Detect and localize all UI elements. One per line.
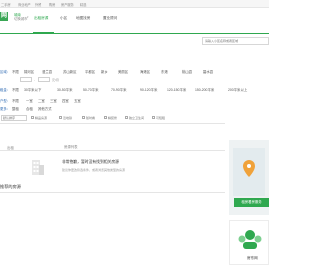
filter-row-more: 更多： 整租 合租 其他方式 (0, 103, 269, 113)
filter-option[interactable]: 120-150平米 (167, 87, 186, 92)
checkbox-label: 独立卫生间 (129, 115, 145, 120)
tab-community[interactable]: 小区 (60, 16, 67, 21)
filter-option[interactable]: 不限 (12, 87, 19, 92)
filter-label-rent: 租金： (0, 88, 11, 92)
filter-option[interactable]: 新乡 (101, 69, 108, 74)
filter-option[interactable]: 30平米以下 (24, 87, 41, 92)
filter-option[interactable]: 锦河区 (24, 69, 34, 74)
site-logo[interactable]: 网 (0, 12, 8, 21)
divider (0, 192, 225, 193)
checkbox[interactable] (59, 116, 62, 119)
filter-label-more: 更多： (0, 107, 11, 111)
topbar-link[interactable]: 房产服务 (61, 2, 74, 7)
price-min-input[interactable] (20, 77, 32, 82)
checkbox[interactable] (31, 116, 34, 119)
chevron-down-icon: ▾ (27, 15, 29, 19)
filter-option[interactable]: 美丽区 (118, 69, 128, 74)
top-utility-bar: 二手房 商业地产 外贸 购房 房产服务 精选 (0, 0, 269, 8)
checkbox-label: 精装修 (108, 115, 118, 120)
filter-option[interactable]: 东港 (161, 69, 168, 74)
filter-option[interactable]: 70-90平米 (111, 87, 126, 92)
filter-option[interactable]: 苏山新区 (63, 69, 77, 74)
ad-card-landlord-label: 房东网 (247, 256, 258, 260)
sort-select-value: 默认排序 (3, 116, 16, 120)
filter-option[interactable]: 漫兰县 (42, 69, 52, 74)
checkbox[interactable] (104, 116, 107, 119)
filter-option[interactable]: 其他方式 (38, 106, 52, 111)
price-unit: 元/月 (52, 78, 59, 82)
price-max-input[interactable] (38, 77, 50, 82)
search-input[interactable] (203, 38, 268, 44)
filter-option[interactable]: 整租 (12, 106, 19, 111)
topbar-link[interactable]: 二手房 (1, 2, 11, 7)
checkbox[interactable] (82, 116, 85, 119)
checkbox-label: 近地铁 (63, 115, 73, 120)
empty-state-title: 非常抱歉，暂时没有找到相关房源 (62, 160, 119, 164)
city-switch-label: 切换城市 (14, 17, 28, 22)
tab-rental-listings[interactable]: 出租房源 (34, 16, 48, 21)
filter-option[interactable]: 90-120平米 (140, 87, 157, 92)
filter-row-rent: 租金： 不限 30平米以下 30-50平米 50-70平米 70-90平米 90… (0, 84, 269, 94)
filter-option[interactable]: 碧水县 (203, 69, 213, 74)
filter-option[interactable]: 海港区 (140, 69, 150, 74)
checkbox[interactable] (152, 116, 155, 119)
list-header-label: 房源列表 (64, 145, 78, 149)
checkbox[interactable] (125, 116, 128, 119)
ad-service-button[interactable]: 租房看房服务 (234, 198, 269, 207)
tab-map-search[interactable]: 地图找房 (76, 16, 90, 21)
filter-option[interactable]: 桃山县 (182, 69, 192, 74)
divider (0, 123, 225, 124)
filter-option[interactable]: 150-200平米 (195, 87, 214, 92)
topbar-link[interactable]: 商业地产 (18, 2, 31, 7)
filter-option[interactable]: 200平米以上 (228, 87, 247, 92)
checkbox-label: 精品房源 (35, 115, 48, 120)
site-header (0, 8, 269, 34)
divider (0, 150, 225, 151)
topbar-link[interactable]: 购房 (49, 2, 55, 7)
tab-agents[interactable]: 置业顾问 (103, 16, 117, 21)
sort-row: 默认排序 精品房源 近地铁 随时看 精装修 独立卫生间 可短租 (0, 114, 269, 122)
empty-state-subtitle: 建议你更改筛选条件，或者浏览其他类型的房源 (62, 168, 126, 172)
checkbox-label: 可短租 (156, 115, 166, 120)
active-tab-indicator (33, 32, 54, 34)
topbar-link[interactable]: 精选 (80, 2, 86, 7)
filter-option[interactable]: 30-50平米 (57, 87, 72, 92)
building-icon (32, 160, 44, 175)
price-separator: - (34, 78, 35, 82)
filter-option[interactable]: 合租 (26, 106, 33, 111)
recommend-heading: 推荐的房源 (0, 184, 21, 189)
filter-option[interactable]: 不限 (12, 69, 19, 74)
sort-select[interactable]: 默认排序 (1, 115, 27, 121)
city-selector[interactable]: 城南 切换城市 (14, 13, 28, 22)
topbar-link[interactable]: 外贸 (35, 2, 41, 7)
checkbox-label: 随时看 (86, 115, 96, 120)
filter-label-region: 区域： (0, 70, 11, 74)
search-box (202, 37, 269, 45)
filter-option[interactable]: 平都区 (85, 69, 95, 74)
filter-option[interactable]: 50-70平米 (83, 87, 98, 92)
